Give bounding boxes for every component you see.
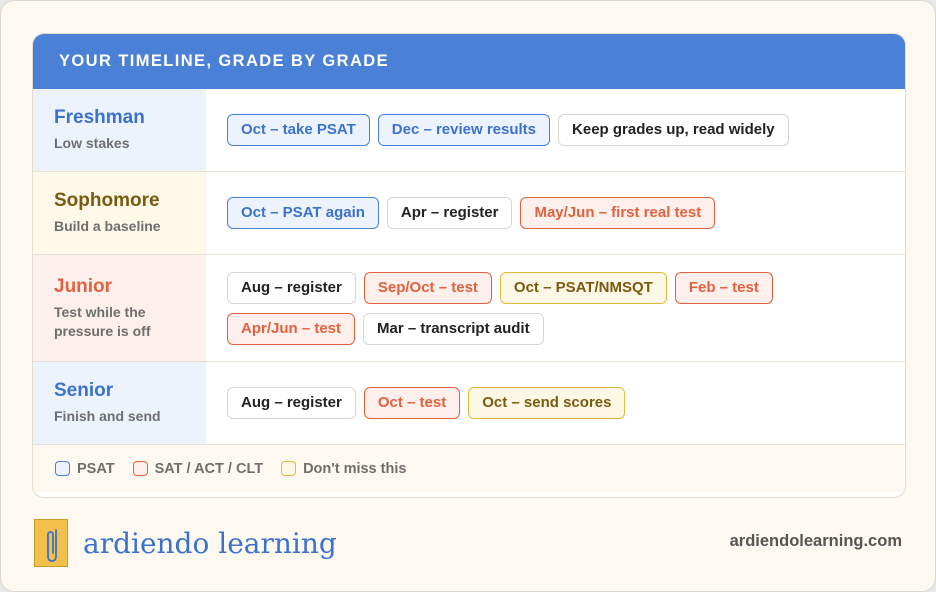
grade-name: Senior — [54, 380, 114, 401]
legend-swatch — [132, 461, 148, 476]
milestone-pill: Keep grades up, read widely — [558, 114, 789, 146]
milestone-pill: Aug – register — [227, 271, 356, 304]
legend-swatch — [55, 461, 70, 476]
paperclip-logo-icon — [34, 519, 68, 567]
grade-row-junior: Junior Test while the pressure is off Au… — [33, 255, 905, 362]
milestone-list: Oct – PSAT again Apr – register May/Jun … — [206, 172, 905, 254]
grade-label-cell: Junior Test while the pressure is off — [33, 255, 206, 361]
milestone-pill: Mar – transcript audit — [363, 312, 544, 345]
milestone-pill: Dec – review results — [377, 114, 551, 146]
milestone-pill: Feb – test — [674, 271, 773, 304]
page-title: YOUR TIMELINE, GRADE BY GRADE — [59, 52, 389, 70]
legend-label: SAT / ACT / CLT — [154, 460, 264, 477]
legend-item-sat: SAT / ACT / CLT — [132, 460, 264, 477]
grade-label-cell: Freshman Low stakes — [33, 89, 206, 171]
grade-row-freshman: Freshman Low stakes Oct – take PSAT Dec … — [33, 89, 905, 172]
grade-label-cell: Senior Finish and send — [33, 362, 206, 444]
timeline-card: YOUR TIMELINE, GRADE BY GRADE Freshman L… — [32, 33, 906, 498]
grade-name: Freshman — [54, 107, 145, 128]
grade-subtitle: Finish and send — [54, 408, 161, 424]
legend-item-dont-miss: Don't miss this — [281, 461, 406, 477]
grade-subtitle: Low stakes — [54, 135, 130, 151]
brand-name: ardiendo learning — [83, 526, 337, 560]
milestone-pill: Oct – test — [363, 387, 461, 419]
milestone-list: Aug – register Oct – test Oct – send sco… — [206, 362, 905, 444]
grade-name: Sophomore — [54, 190, 160, 211]
brand-logo: ardiendo learning — [34, 519, 337, 567]
legend-item-psat: PSAT — [55, 461, 115, 477]
legend: PSAT SAT / ACT / CLT Don't miss this — [33, 445, 905, 492]
milestone-pill: Apr/Jun – test — [227, 312, 356, 345]
legend-label: Don't miss this — [303, 460, 407, 477]
milestone-list: Aug – register Sep/Oct – test Oct – PSAT… — [206, 255, 905, 361]
milestone-list: Oct – take PSAT Dec – review results Kee… — [206, 89, 905, 171]
grade-row-sophomore: Sophomore Build a baseline Oct – PSAT ag… — [33, 172, 905, 255]
grade-label-cell: Sophomore Build a baseline — [33, 172, 206, 254]
website-url: ardiendolearning.com — [729, 532, 902, 550]
milestone-pill: Oct – PSAT/NMSQT — [499, 271, 667, 304]
milestone-pill: Oct – send scores — [468, 387, 626, 419]
card-header: YOUR TIMELINE, GRADE BY GRADE — [33, 34, 905, 89]
grade-subtitle: Build a baseline — [54, 218, 161, 234]
milestone-pill: Oct – PSAT again — [227, 197, 379, 229]
milestone-pill: Apr – register — [386, 197, 513, 229]
legend-swatch — [281, 461, 297, 476]
milestone-pill: Sep/Oct – test — [363, 271, 492, 304]
milestone-pill: May/Jun – first real test — [520, 197, 716, 229]
milestone-pill: Aug – register — [227, 387, 356, 419]
grade-row-senior: Senior Finish and send Aug – register Oc… — [33, 362, 905, 445]
infographic-frame: YOUR TIMELINE, GRADE BY GRADE Freshman L… — [0, 0, 936, 592]
legend-label: PSAT — [77, 460, 115, 477]
milestone-pill: Oct – take PSAT — [227, 114, 370, 146]
grade-name: Junior — [54, 275, 113, 297]
grade-subtitle: Test while the pressure is off — [54, 303, 151, 339]
